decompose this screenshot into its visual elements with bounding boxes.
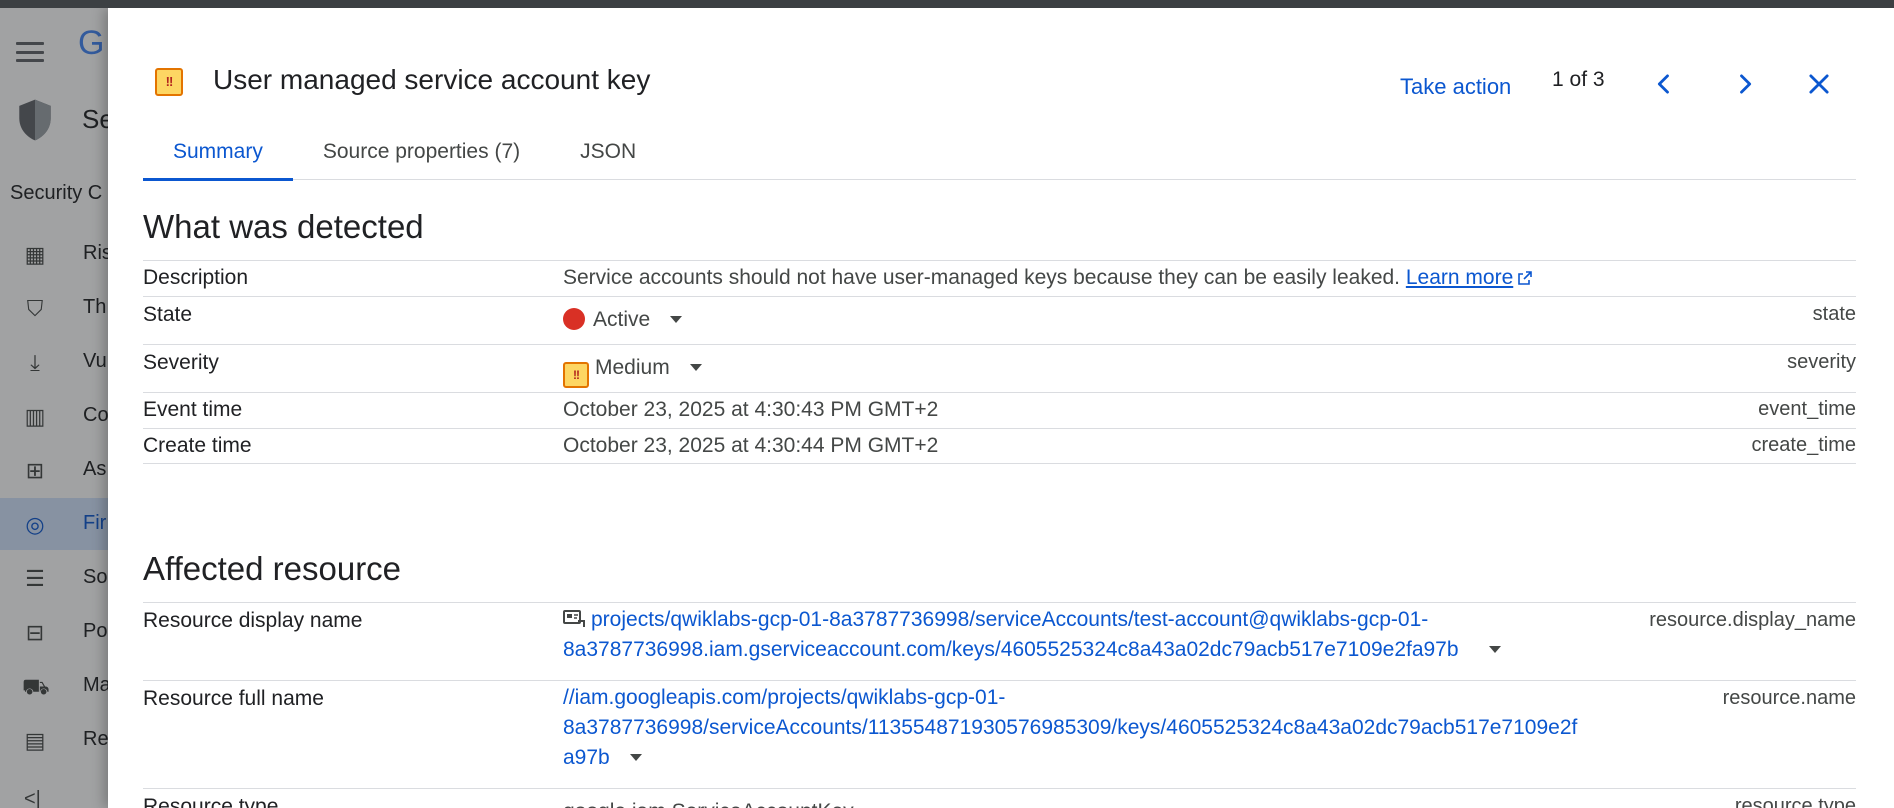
take-action-button[interactable]: Take action <box>1392 66 1519 106</box>
field-key: resource.name <box>1722 687 1856 709</box>
resource-display-name-value: projects/qwiklabs-gcp-01-8a3787736998/se… <box>563 605 1503 665</box>
finding-detail-panel: !! User managed service account key Take… <box>108 8 1894 808</box>
field-label: Create time <box>143 434 252 457</box>
description-text: Service accounts should not have user-ma… <box>563 266 1401 289</box>
value-line: 8a3787736998/serviceAccounts/11355487193… <box>563 713 1603 743</box>
resource-type-text: google.iam.ServiceAccountKey <box>563 800 854 808</box>
value-line: projects/qwiklabs-gcp-01-8a3787736998/se… <box>563 605 1503 635</box>
window-top-bar <box>0 0 1894 8</box>
modal-scrim[interactable] <box>0 8 108 808</box>
description-value: Service accounts should not have user-ma… <box>563 263 1533 293</box>
severity-text: Medium <box>595 356 670 379</box>
severity-value: !! Medium <box>563 353 702 388</box>
tab-summary[interactable]: Summary <box>143 124 293 181</box>
full-name-dropdown-icon[interactable] <box>629 754 642 761</box>
row-severity: Severity !! Medium severity <box>143 344 1856 392</box>
severity-medium-icon: !! <box>155 68 183 96</box>
state-text: Active <box>593 308 651 331</box>
resource-display-name-link[interactable]: projects/qwiklabs-gcp-01-8a3787736998/se… <box>591 608 1428 631</box>
learn-more-link[interactable]: Learn more <box>1406 266 1513 289</box>
open-in-new-icon <box>1518 271 1533 285</box>
row-resource-display-name: Resource display name projects/qwiklabs-… <box>143 602 1856 680</box>
close-button[interactable] <box>1797 62 1841 106</box>
section-heading-detected: What was detected <box>143 208 424 245</box>
field-key: severity <box>1787 351 1856 373</box>
row-state: State Active state <box>143 296 1856 344</box>
row-event-time: Event time October 23, 2025 at 4:30:43 P… <box>143 392 1856 428</box>
field-label: State <box>143 303 193 326</box>
field-key: resource.display_name <box>1649 609 1856 631</box>
field-label: Resource type <box>143 795 279 808</box>
severity-medium-icon: !! <box>563 362 589 388</box>
chevron-left-icon <box>1657 74 1669 94</box>
row-resource-full-name: Resource full name //iam.googleapis.com/… <box>143 680 1856 788</box>
finding-title: User managed service account key <box>213 64 651 95</box>
field-label: Resource display name <box>143 609 363 632</box>
tab-json[interactable]: JSON <box>550 124 666 180</box>
resource-display-name-link-cont[interactable]: 8a3787736998.iam.gserviceaccount.com/key… <box>563 638 1459 661</box>
value-line: //iam.googleapis.com/projects/qwiklabs-g… <box>563 683 1603 713</box>
section-heading-affected-resource: Affected resource <box>143 550 402 587</box>
field-label: Resource full name <box>143 687 324 710</box>
display-name-dropdown-icon[interactable] <box>1488 646 1501 653</box>
next-button[interactable] <box>1723 62 1767 106</box>
field-key: resource.type <box>1734 795 1856 808</box>
pager-indicator: 1 of 3 <box>1552 68 1605 91</box>
service-account-key-icon <box>563 610 585 627</box>
field-label: Description <box>143 266 249 289</box>
field-key: event_time <box>1758 398 1856 420</box>
severity-dropdown-icon[interactable] <box>689 364 702 371</box>
resource-full-name-link[interactable]: //iam.googleapis.com/projects/qwiklabs-g… <box>563 686 1005 709</box>
value-line: a97b <box>563 743 1603 773</box>
create-time-value: October 23, 2025 at 4:30:44 PM GMT+2 <box>563 434 939 457</box>
resource-full-name-link-cont[interactable]: 8a3787736998/serviceAccounts/11355487193… <box>563 716 1577 739</box>
field-key: state <box>1812 303 1856 325</box>
row-create-time: Create time October 23, 2025 at 4:30:44 … <box>143 428 1856 464</box>
close-icon <box>1809 74 1829 94</box>
previous-button[interactable] <box>1642 62 1686 106</box>
field-key: create_time <box>1751 434 1857 456</box>
row-description: Description Service accounts should not … <box>143 260 1856 296</box>
field-label: Severity <box>143 351 219 374</box>
tab-source-properties[interactable]: Source properties (7) <box>293 124 550 180</box>
learn-more-label: Learn more <box>1405 266 1514 289</box>
resource-full-name-value: //iam.googleapis.com/projects/qwiklabs-g… <box>563 683 1603 773</box>
state-value: Active <box>563 305 683 335</box>
event-time-value: October 23, 2025 at 4:30:43 PM GMT+2 <box>563 398 939 421</box>
field-label: Event time <box>143 398 243 421</box>
row-resource-type: Resource type google.iam.ServiceAccountK… <box>143 788 1856 808</box>
status-active-icon <box>563 308 585 330</box>
value-line: 8a3787736998.iam.gserviceaccount.com/key… <box>563 635 1503 665</box>
resource-full-name-link-end[interactable]: a97b <box>563 746 610 769</box>
resource-type-value: google.iam.ServiceAccountKey <box>563 797 886 808</box>
tab-bar: Summary Source properties (7) JSON <box>143 124 1856 181</box>
chevron-right-icon <box>1740 74 1752 94</box>
state-dropdown-icon[interactable] <box>670 316 683 323</box>
